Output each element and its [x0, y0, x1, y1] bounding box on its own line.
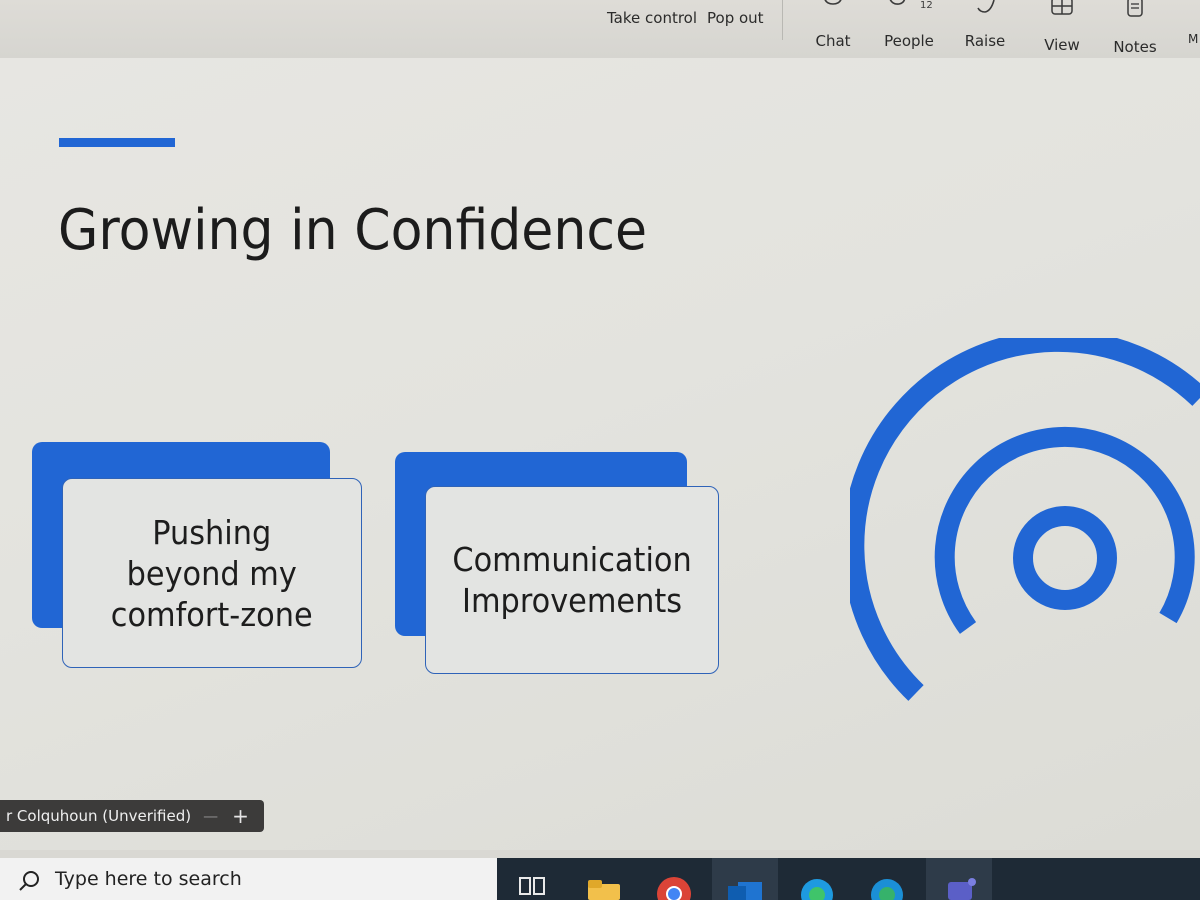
- raise-hand-button[interactable]: Raise: [962, 0, 1008, 58]
- chat-label: Chat: [815, 32, 851, 50]
- chat-icon: [820, 0, 846, 16]
- card-2-text: Communication Improvements: [452, 540, 692, 620]
- title-accent-bar: [59, 138, 175, 147]
- pop-out-button[interactable]: Pop out: [707, 9, 764, 27]
- people-label: People: [884, 32, 934, 50]
- notes-label: Notes: [1113, 38, 1157, 56]
- concentric-rings-graphic: [850, 338, 1200, 701]
- chat-button[interactable]: Chat: [812, 0, 854, 58]
- windows-taskbar: Type here to search: [0, 858, 1200, 900]
- file-explorer-icon[interactable]: [588, 880, 620, 900]
- outlook-icon[interactable]: [728, 876, 762, 900]
- edge-dev-icon[interactable]: [870, 878, 904, 900]
- slide-title: Growing in Confidence: [58, 198, 648, 263]
- shared-slide: Growing in Confidence Pushing beyond my …: [0, 58, 1200, 850]
- notes-icon: [1125, 0, 1145, 22]
- edge-icon[interactable]: [800, 878, 834, 900]
- meeting-toolbar: Take control Pop out Chat 12 People Rais…: [0, 0, 1200, 58]
- more-button[interactable]: M: [1188, 32, 1198, 46]
- toolbar-divider: [782, 0, 783, 40]
- card-communication-improvements: Communication Improvements: [425, 486, 719, 674]
- search-placeholder: Type here to search: [55, 868, 242, 890]
- hand-icon: [976, 0, 996, 18]
- people-count: 12: [920, 0, 933, 11]
- take-control-button[interactable]: Take control: [607, 9, 697, 27]
- presenter-name-tag[interactable]: r Colquhoun (Unverified) — +: [0, 800, 264, 832]
- add-icon[interactable]: +: [232, 804, 249, 828]
- people-icon: [887, 0, 921, 16]
- minimize-icon[interactable]: —: [203, 807, 218, 825]
- people-button[interactable]: 12 People: [884, 0, 934, 58]
- card-1-text: Pushing beyond my comfort-zone: [111, 512, 313, 634]
- chrome-icon[interactable]: [656, 876, 692, 900]
- card-pushing-comfort-zone: Pushing beyond my comfort-zone: [62, 478, 362, 668]
- presenter-name: r Colquhoun (Unverified): [6, 807, 192, 825]
- view-label: View: [1044, 36, 1080, 54]
- meeting-window: Take control Pop out Chat 12 People Rais…: [0, 0, 1200, 900]
- view-button[interactable]: View: [1040, 0, 1084, 58]
- raise-label: Raise: [964, 32, 1006, 50]
- taskbar-search-box[interactable]: Type here to search: [0, 858, 497, 900]
- search-icon: [18, 869, 42, 897]
- grid-icon: [1050, 0, 1074, 20]
- notes-button[interactable]: Notes: [1112, 0, 1158, 58]
- task-view-icon[interactable]: [518, 872, 546, 900]
- teams-icon[interactable]: [944, 876, 978, 900]
